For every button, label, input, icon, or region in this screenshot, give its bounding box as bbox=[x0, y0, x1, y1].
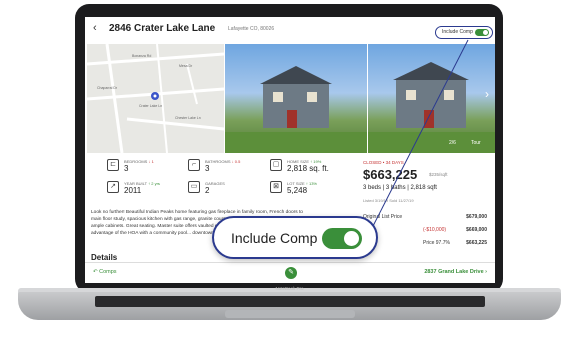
price-row: Original List Price $679,000 bbox=[363, 214, 487, 220]
tour-button[interactable]: Tour bbox=[471, 140, 481, 146]
lawn bbox=[225, 132, 367, 153]
device-brand-label: NoteBook Pro bbox=[275, 286, 304, 291]
header: ‹ 2846 Crater Lake Lane Lafayette CO, 80… bbox=[85, 17, 495, 39]
property-photo-next[interactable] bbox=[368, 44, 495, 153]
lot-size-icon: ⊠ bbox=[270, 181, 282, 193]
bed-icon: ⊏ bbox=[107, 159, 119, 171]
property-location: Lafayette CO, 80026 bbox=[228, 26, 275, 32]
stat-label: BATHROOMS ↓ 0.5 bbox=[205, 159, 240, 164]
stat-change: ↓ 0.5 bbox=[231, 159, 241, 164]
property-photo[interactable] bbox=[225, 44, 367, 153]
toggle-switch[interactable] bbox=[475, 29, 489, 36]
map-street-label: Chester Lake Ln bbox=[175, 116, 201, 120]
photo-count: 2/6 bbox=[449, 140, 456, 146]
house-roof bbox=[393, 62, 469, 80]
map-street-label: Mesa Dr bbox=[179, 64, 193, 68]
map-street-label: Bonanza Rd bbox=[132, 54, 152, 58]
house-window bbox=[444, 90, 454, 100]
row-value: $679,000 bbox=[466, 214, 487, 220]
house-window bbox=[406, 90, 416, 100]
specs-line: 3 beds | 3 baths | 2,818 sqft bbox=[363, 185, 437, 191]
sale-status: CLOSED • 34 DAYS bbox=[363, 160, 404, 165]
house-window bbox=[273, 92, 283, 102]
house-window bbox=[307, 92, 317, 102]
price-row: Price 97.7% $663,225 bbox=[363, 240, 487, 246]
next-comp-link[interactable]: 2837 Grand Lake Drive › bbox=[424, 269, 487, 275]
price-row: (-$10,000) $669,000 bbox=[363, 227, 487, 233]
garage-icon: ▭ bbox=[188, 181, 200, 193]
stat-change-value: 13% bbox=[308, 181, 317, 186]
stat-value: 2011 bbox=[124, 186, 142, 195]
price-per-sqft: $235/sqft bbox=[429, 172, 448, 177]
stat-change: ↓ 1 bbox=[148, 159, 154, 164]
toggle-knob bbox=[344, 231, 359, 246]
sqft: 2,818 sqft bbox=[410, 185, 437, 191]
stat-value: 3 bbox=[205, 164, 210, 173]
laptop-trackpad bbox=[225, 310, 355, 318]
chevron-right-icon[interactable]: › bbox=[485, 87, 489, 101]
details-heading: Details bbox=[91, 253, 118, 262]
map-street-label: Crater Lake Ln bbox=[139, 104, 163, 108]
baths: 3 baths bbox=[385, 185, 406, 191]
property-address: 2846 Crater Lake Lane bbox=[109, 23, 216, 34]
house-roof bbox=[260, 66, 332, 84]
stat-change: ↑ 13% bbox=[305, 181, 317, 186]
price-panel: CLOSED • 34 DAYS $663,225 $235/sqft 3 be… bbox=[357, 158, 493, 276]
year-built-icon: ↗ bbox=[107, 181, 119, 193]
stat-change: ↑ 2 yrs bbox=[148, 181, 160, 186]
home-size-icon: ▢ bbox=[270, 159, 282, 171]
listing-dates: Listed 3/19/19 Sold 11/27/19 bbox=[363, 198, 414, 203]
house-door bbox=[424, 110, 434, 128]
row-value: $663,225 bbox=[466, 240, 487, 246]
callout-label: Include Comp bbox=[231, 230, 318, 246]
location-map[interactable]: Bonanza Rd Mesa Dr Crater Lake Ln Chapar… bbox=[87, 44, 224, 153]
stat-value: 3 bbox=[124, 164, 129, 173]
stat-change-value: 0.5 bbox=[234, 159, 241, 164]
row-value: $669,000 bbox=[466, 227, 487, 233]
chevron-left-icon[interactable]: ‹ bbox=[93, 22, 97, 34]
footer-bar: ↶ Comps ✎ 2837 Grand Lake Drive › bbox=[85, 262, 495, 283]
next-comp-label: 2837 Grand Lake Drive bbox=[424, 269, 484, 275]
stat-value: 5,248 bbox=[287, 186, 308, 195]
map-street-label: Chaparral Dr bbox=[97, 86, 118, 90]
bath-icon: ⌐ bbox=[188, 159, 200, 171]
include-comp-callout[interactable]: Include Comp bbox=[212, 216, 378, 259]
include-comp-toggle[interactable]: Include Comp bbox=[435, 26, 493, 39]
back-to-comps-label: Comps bbox=[99, 269, 117, 275]
stat-value: 2 bbox=[205, 186, 210, 195]
stat-label: BEDROOMS ↓ 1 bbox=[124, 159, 154, 164]
beds: 3 beds bbox=[363, 185, 382, 191]
callout-toggle-switch[interactable] bbox=[322, 228, 362, 249]
back-to-comps-link[interactable]: ↶ Comps bbox=[93, 269, 117, 275]
pencil-icon[interactable]: ✎ bbox=[285, 267, 297, 279]
sale-price: $663,225 bbox=[363, 167, 418, 182]
stat-value: 2,818 sq. ft. bbox=[287, 164, 329, 173]
map-streets bbox=[87, 44, 224, 153]
laptop-keyboard bbox=[95, 296, 485, 307]
stat-change-value: 1 bbox=[151, 159, 154, 164]
include-comp-label: Include Comp bbox=[442, 29, 473, 35]
house-door bbox=[287, 110, 297, 128]
stat-change-value: 2 yrs bbox=[151, 181, 160, 186]
